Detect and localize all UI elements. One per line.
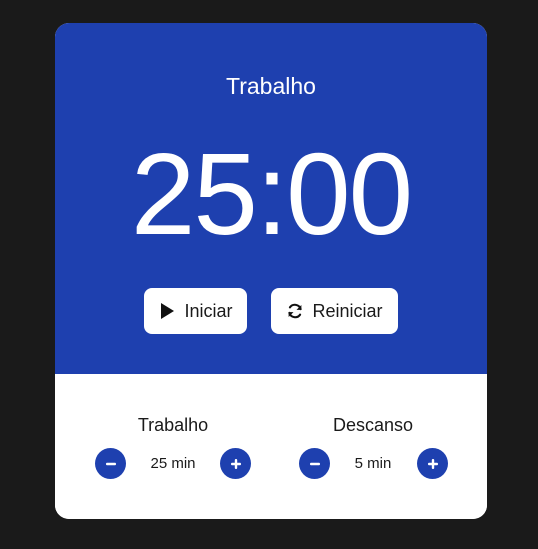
work-setting-label: Trabalho bbox=[137, 415, 209, 435]
pomodoro-card: Trabalho 25:00 Iniciar Reiniciar Trabalh… bbox=[55, 23, 487, 519]
timer-display: 25:00 bbox=[130, 129, 413, 259]
work-decrease-button[interactable] bbox=[95, 448, 126, 479]
break-increase-button[interactable] bbox=[417, 448, 448, 479]
timer-controls: Iniciar Reiniciar bbox=[55, 288, 487, 334]
play-icon bbox=[158, 302, 176, 320]
break-decrease-button[interactable] bbox=[299, 448, 330, 479]
start-button-label: Iniciar bbox=[184, 300, 233, 321]
work-setting: Trabalho 25 min bbox=[73, 374, 273, 519]
reset-button-label: Reiniciar bbox=[312, 300, 383, 321]
settings-panel: Trabalho 25 min Descanso 5 min bbox=[55, 374, 487, 519]
plus-icon bbox=[427, 458, 438, 469]
break-duration-stepper: 5 min bbox=[273, 448, 473, 480]
minus-icon bbox=[105, 462, 116, 465]
refresh-icon bbox=[286, 302, 304, 320]
break-setting-label: Descanso bbox=[332, 415, 414, 435]
mode-title: Trabalho bbox=[226, 73, 316, 99]
work-increase-button[interactable] bbox=[220, 448, 251, 479]
work-duration-value: 25 min bbox=[150, 455, 196, 472]
break-setting: Descanso 5 min bbox=[273, 374, 473, 519]
minus-icon bbox=[309, 462, 320, 465]
plus-icon bbox=[230, 458, 241, 469]
timer-panel: Trabalho 25:00 Iniciar Reiniciar bbox=[55, 23, 487, 374]
start-button[interactable]: Iniciar bbox=[144, 288, 247, 334]
work-duration-stepper: 25 min bbox=[73, 448, 273, 480]
break-duration-value: 5 min bbox=[354, 455, 392, 472]
reset-button[interactable]: Reiniciar bbox=[271, 288, 398, 334]
